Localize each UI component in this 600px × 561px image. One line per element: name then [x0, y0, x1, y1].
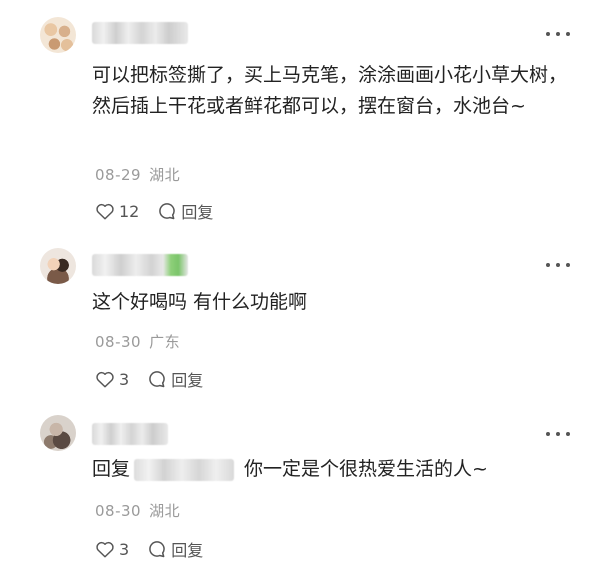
comment-actions: 3 回复 [95, 537, 203, 561]
comment-actions: 3 回复 [95, 367, 203, 391]
comment-location: 广东 [149, 333, 181, 351]
more-dots-icon [546, 263, 550, 267]
reply-label: 回复 [171, 541, 204, 560]
heart-icon [96, 371, 114, 388]
comment-text: 可以把标签撕了，买上马克笔，涂涂画画小花小草大树，然后插上干花或者鲜花都可以，摆… [92, 64, 568, 117]
heart-icon [96, 203, 114, 220]
more-dots-icon [546, 32, 550, 36]
avatar[interactable] [40, 415, 76, 451]
like-count: 3 [119, 369, 130, 389]
comment-text: 你一定是个很热爱生活的人~ [244, 458, 488, 480]
reply-prefix: 回复 [92, 458, 131, 480]
like-count: 3 [119, 539, 130, 559]
replied-user-blurred[interactable] [134, 458, 235, 481]
comment-meta: 08-29 湖北 [95, 164, 180, 185]
comment-actions: 12 回复 [95, 199, 213, 223]
like-count: 12 [119, 201, 140, 221]
more-options-button[interactable] [546, 26, 570, 42]
comment-date: 08-30 [95, 333, 142, 351]
comment-location: 湖北 [149, 166, 181, 184]
comment-text-row: 回复 你一定是个很热爱生活的人~ [92, 454, 572, 485]
reply-button[interactable]: 回复 [147, 367, 203, 391]
comment-date: 08-29 [95, 166, 142, 184]
like-button[interactable]: 3 [95, 540, 129, 559]
avatar[interactable] [40, 17, 76, 53]
more-options-button[interactable] [546, 257, 570, 273]
reply-button[interactable]: 回复 [157, 199, 213, 223]
comment-location: 湖北 [149, 502, 181, 520]
avatar[interactable] [40, 248, 76, 284]
like-button[interactable]: 3 [95, 370, 129, 389]
username-blurred[interactable] [92, 254, 188, 276]
reply-label: 回复 [181, 203, 214, 222]
comment-meta: 08-30 广东 [95, 331, 180, 352]
comment-meta: 08-30 湖北 [95, 500, 180, 521]
comment-text: 这个好喝吗 有什么功能啊 [92, 291, 308, 313]
username-blurred[interactable] [92, 22, 188, 44]
like-button[interactable]: 12 [95, 202, 139, 221]
more-dots-icon [546, 432, 550, 436]
comment-date: 08-30 [95, 502, 142, 520]
heart-icon [96, 541, 114, 558]
username-blurred[interactable] [92, 423, 168, 445]
more-options-button[interactable] [546, 426, 570, 442]
reply-button[interactable]: 回复 [147, 537, 203, 561]
comment-bubble-icon [149, 371, 166, 388]
reply-label: 回复 [171, 371, 204, 390]
comment-bubble-icon [149, 541, 166, 558]
comment-bubble-icon [159, 203, 176, 220]
